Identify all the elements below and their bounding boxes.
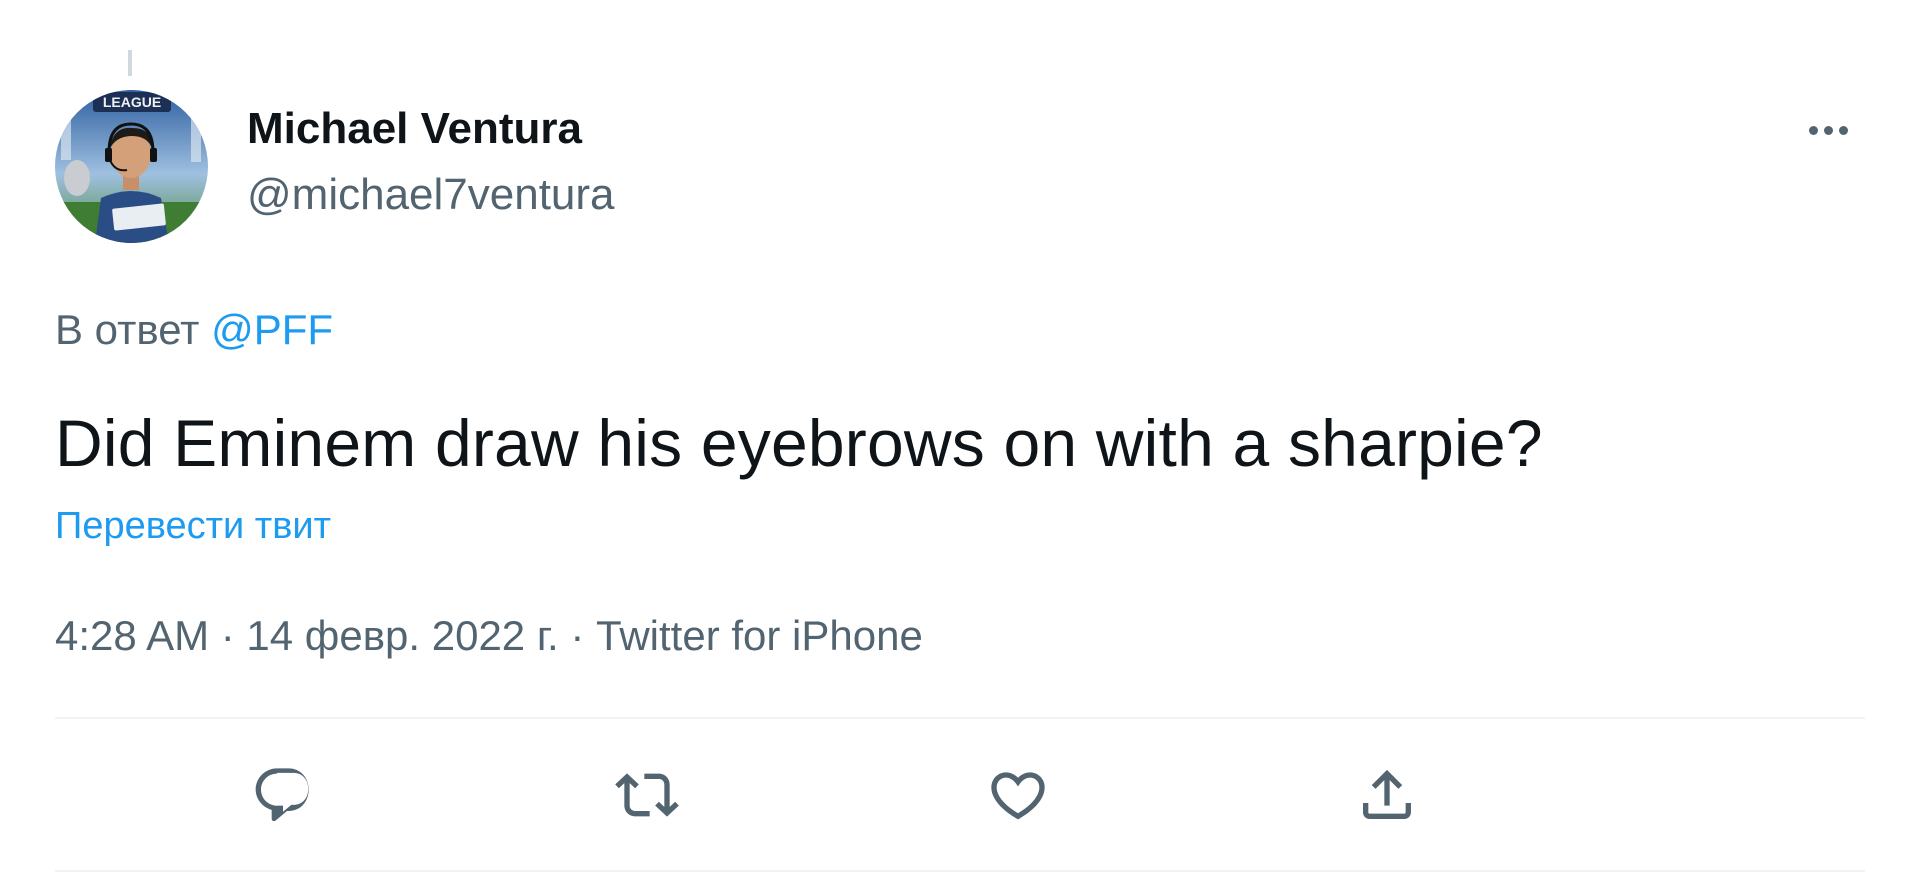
avatar-image: LEAGUE	[55, 90, 208, 243]
reply-prefix: В ответ	[55, 306, 212, 353]
translate-tweet-link[interactable]: Перевести твит	[55, 505, 331, 548]
more-dot-icon	[1823, 125, 1833, 135]
avatar[interactable]: LEAGUE	[55, 90, 208, 243]
share-button[interactable]	[1352, 760, 1422, 830]
share-icon	[1363, 769, 1411, 819]
heart-icon	[991, 772, 1045, 820]
thread-connector-line	[128, 50, 132, 76]
reply-context: В ответ @PFF	[55, 306, 333, 354]
reply-button[interactable]	[248, 760, 318, 830]
tweet-detail: LEAGUE Michael Ventura @michael7ventura …	[0, 0, 1920, 875]
retweet-button[interactable]	[612, 760, 682, 830]
tweet-metadata: 4:28 AM · 14 февр. 2022 г. · Twitter for…	[55, 612, 923, 659]
like-button[interactable]	[983, 760, 1053, 830]
retweet-icon	[615, 773, 679, 817]
reply-mention-link[interactable]: @PFF	[211, 306, 333, 353]
reply-icon	[255, 768, 309, 822]
tweet-text: Did Eminem draw his eyebrows on with a s…	[55, 406, 1543, 480]
avatar-badge-text: LEAGUE	[103, 94, 161, 110]
more-dot-icon	[1838, 125, 1848, 135]
author-display-name[interactable]: Michael Ventura	[247, 104, 582, 154]
divider	[55, 717, 1865, 719]
tweet-actions-bar	[55, 760, 1865, 830]
author-handle[interactable]: @michael7ventura	[247, 170, 615, 220]
more-dot-icon	[1808, 125, 1818, 135]
more-options-button[interactable]	[1790, 110, 1866, 150]
divider	[55, 870, 1865, 872]
